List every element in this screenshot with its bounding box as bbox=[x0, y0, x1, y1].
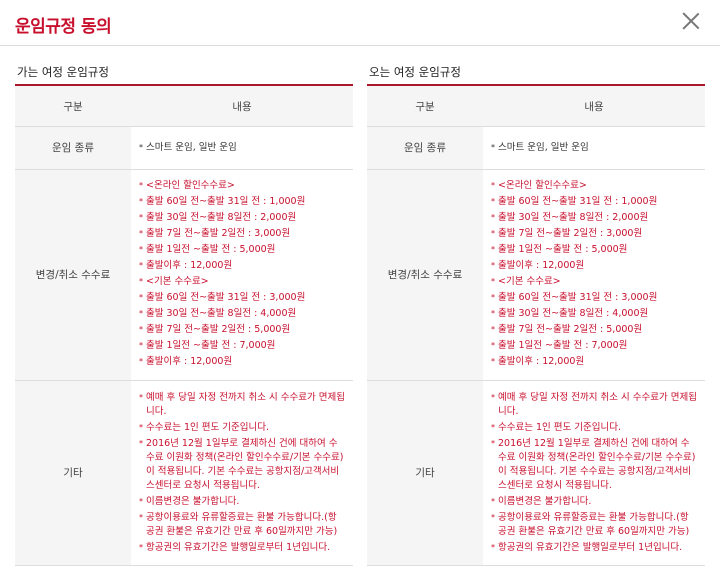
table-row: 기타 예매 후 당일 자정 전까지 취소 시 수수료가 면제됩니다. 수수료는 1… bbox=[15, 380, 353, 566]
list-item: 예매 후 당일 자정 전까지 취소 시 수수료가 면제됩니다. bbox=[491, 391, 697, 419]
list-item: 출발이후 : 12,000원 bbox=[491, 258, 697, 274]
table-row: 운임 종류 스마트 운임, 일반 운임 bbox=[367, 126, 705, 170]
list-item: 출발이후 : 12,000원 bbox=[139, 354, 345, 370]
table-header-row: 구분 내용 bbox=[367, 86, 705, 127]
fare-type-value: 스마트 운임, 일반 운임 bbox=[483, 126, 705, 170]
etc-label: 기타 bbox=[15, 380, 131, 566]
fare-type-value: 스마트 운임, 일반 운임 bbox=[131, 126, 353, 170]
list-item: <온라인 할인수수료> bbox=[491, 178, 697, 194]
list-item: 출발 30일 전~출발 8일전 : 2,000원 bbox=[491, 210, 697, 226]
fare-type-label: 운임 종류 bbox=[15, 126, 131, 170]
fare-rule-table: 구분 내용 운임 종류 스마트 운임, 일반 운임 변경/취소 수수료 <온라인… bbox=[15, 86, 353, 566]
list-item: <기본 수수료> bbox=[139, 274, 345, 290]
column-header-content: 내용 bbox=[483, 86, 705, 127]
fee-list: <온라인 할인수수료>출발 60일 전~출발 31일 전 : 1,000원출발 … bbox=[483, 169, 705, 381]
list-item: 공항이용료와 유류할증료는 환불 가능합니다.(항공권 환불은 유효기간 만료 … bbox=[139, 511, 345, 539]
list-item: 2016년 12월 1일부로 결제하신 건에 대하여 수수료 이원화 정책(온라… bbox=[491, 437, 697, 493]
table-row: 운임 종류 스마트 운임, 일반 운임 bbox=[15, 126, 353, 170]
list-item: 출발이후 : 12,000원 bbox=[491, 354, 697, 370]
list-item: 출발이후 : 12,000원 bbox=[139, 258, 345, 274]
list-item: 수수료는 1인 편도 기준입니다. bbox=[491, 421, 697, 435]
table-header-row: 구분 내용 bbox=[15, 86, 353, 127]
fare-rule-table: 구분 내용 운임 종류 스마트 운임, 일반 운임 변경/취소 수수료 <온라인… bbox=[367, 86, 705, 566]
list-item: 수수료는 1인 편도 기준입니다. bbox=[139, 421, 345, 435]
column-header-category: 구분 bbox=[15, 86, 131, 127]
list-item: 출발 1일전 ~출발 전 : 7,000원 bbox=[139, 338, 345, 354]
list-item: 출발 30일 전~출발 8일전 : 2,000원 bbox=[139, 210, 345, 226]
list-item: 이름변경은 불가합니다. bbox=[491, 495, 697, 509]
close-icon[interactable] bbox=[680, 10, 702, 32]
table-row: 기타 예매 후 당일 자정 전까지 취소 시 수수료가 면제됩니다. 수수료는 1… bbox=[367, 380, 705, 566]
list-item: 출발 7일 전~출발 2일전 : 3,000원 bbox=[491, 226, 697, 242]
list-item: 출발 7일 전~출발 2일전 : 3,000원 bbox=[139, 226, 345, 242]
list-item: 출발 30일 전~출발 8일전 : 4,000원 bbox=[139, 306, 345, 322]
list-item: <온라인 할인수수료> bbox=[139, 178, 345, 194]
fee-label: 변경/취소 수수료 bbox=[367, 169, 483, 381]
list-item: 출발 60일 전~출발 31일 전 : 1,000원 bbox=[491, 194, 697, 210]
list-item: 이름변경은 불가합니다. bbox=[139, 495, 345, 509]
list-item: 출발 60일 전~출발 31일 전 : 3,000원 bbox=[139, 290, 345, 306]
list-item: 스마트 운임, 일반 운임 bbox=[491, 140, 697, 156]
list-item: 출발 7일 전~출발 2일전 : 5,000원 bbox=[491, 322, 697, 338]
modal-title: 운임규정 동의 bbox=[15, 17, 112, 37]
list-item: 예매 후 당일 자정 전까지 취소 시 수수료가 면제됩니다. bbox=[139, 391, 345, 419]
section-title: 가는 여정 운임규정 bbox=[15, 64, 353, 86]
return-fare-section: 오는 여정 운임규정 구분 내용 운임 종류 스마트 운임, 일반 운임 변경/… bbox=[367, 64, 705, 566]
list-item: 항공권의 유효기간은 발행일로부터 1년입니다. bbox=[139, 541, 345, 555]
outbound-fare-section: 가는 여정 운임규정 구분 내용 운임 종류 스마트 운임, 일반 운임 변경/… bbox=[15, 64, 353, 566]
list-item: 출발 7일 전~출발 2일전 : 5,000원 bbox=[139, 322, 345, 338]
column-header-content: 내용 bbox=[131, 86, 353, 127]
list-item: 2016년 12월 1일부로 결제하신 건에 대하여 수수료 이원화 정책(온라… bbox=[139, 437, 345, 493]
table-row: 변경/취소 수수료 <온라인 할인수수료>출발 60일 전~출발 31일 전 :… bbox=[15, 169, 353, 381]
list-item: 출발 30일 전~출발 8일전 : 4,000원 bbox=[491, 306, 697, 322]
etc-list: 예매 후 당일 자정 전까지 취소 시 수수료가 면제됩니다. 수수료는 1인 편… bbox=[131, 380, 353, 566]
list-item: 공항이용료와 유류할증료는 환불 가능합니다.(항공권 환불은 유효기간 만료 … bbox=[491, 511, 697, 539]
list-item: 출발 60일 전~출발 31일 전 : 3,000원 bbox=[491, 290, 697, 306]
list-item: 항공권의 유효기간은 발행일로부터 1년입니다. bbox=[491, 541, 697, 555]
etc-list: 예매 후 당일 자정 전까지 취소 시 수수료가 면제됩니다. 수수료는 1인 편… bbox=[483, 380, 705, 566]
table-row: 변경/취소 수수료 <온라인 할인수수료>출발 60일 전~출발 31일 전 :… bbox=[367, 169, 705, 381]
fee-label: 변경/취소 수수료 bbox=[15, 169, 131, 381]
etc-label: 기타 bbox=[367, 380, 483, 566]
list-item: 출발 1일전 ~출발 전 : 7,000원 bbox=[491, 338, 697, 354]
list-item: 출발 60일 전~출발 31일 전 : 1,000원 bbox=[139, 194, 345, 210]
list-item: 스마트 운임, 일반 운임 bbox=[139, 140, 345, 156]
list-item: 출발 1일전 ~출발 전 : 5,000원 bbox=[139, 242, 345, 258]
list-item: 출발 1일전 ~출발 전 : 5,000원 bbox=[491, 242, 697, 258]
column-header-category: 구분 bbox=[367, 86, 483, 127]
section-title: 오는 여정 운임규정 bbox=[367, 64, 705, 86]
modal-header: 운임규정 동의 bbox=[0, 0, 720, 46]
fee-list: <온라인 할인수수료>출발 60일 전~출발 31일 전 : 1,000원출발 … bbox=[131, 169, 353, 381]
list-item: <기본 수수료> bbox=[491, 274, 697, 290]
fare-type-label: 운임 종류 bbox=[367, 126, 483, 170]
